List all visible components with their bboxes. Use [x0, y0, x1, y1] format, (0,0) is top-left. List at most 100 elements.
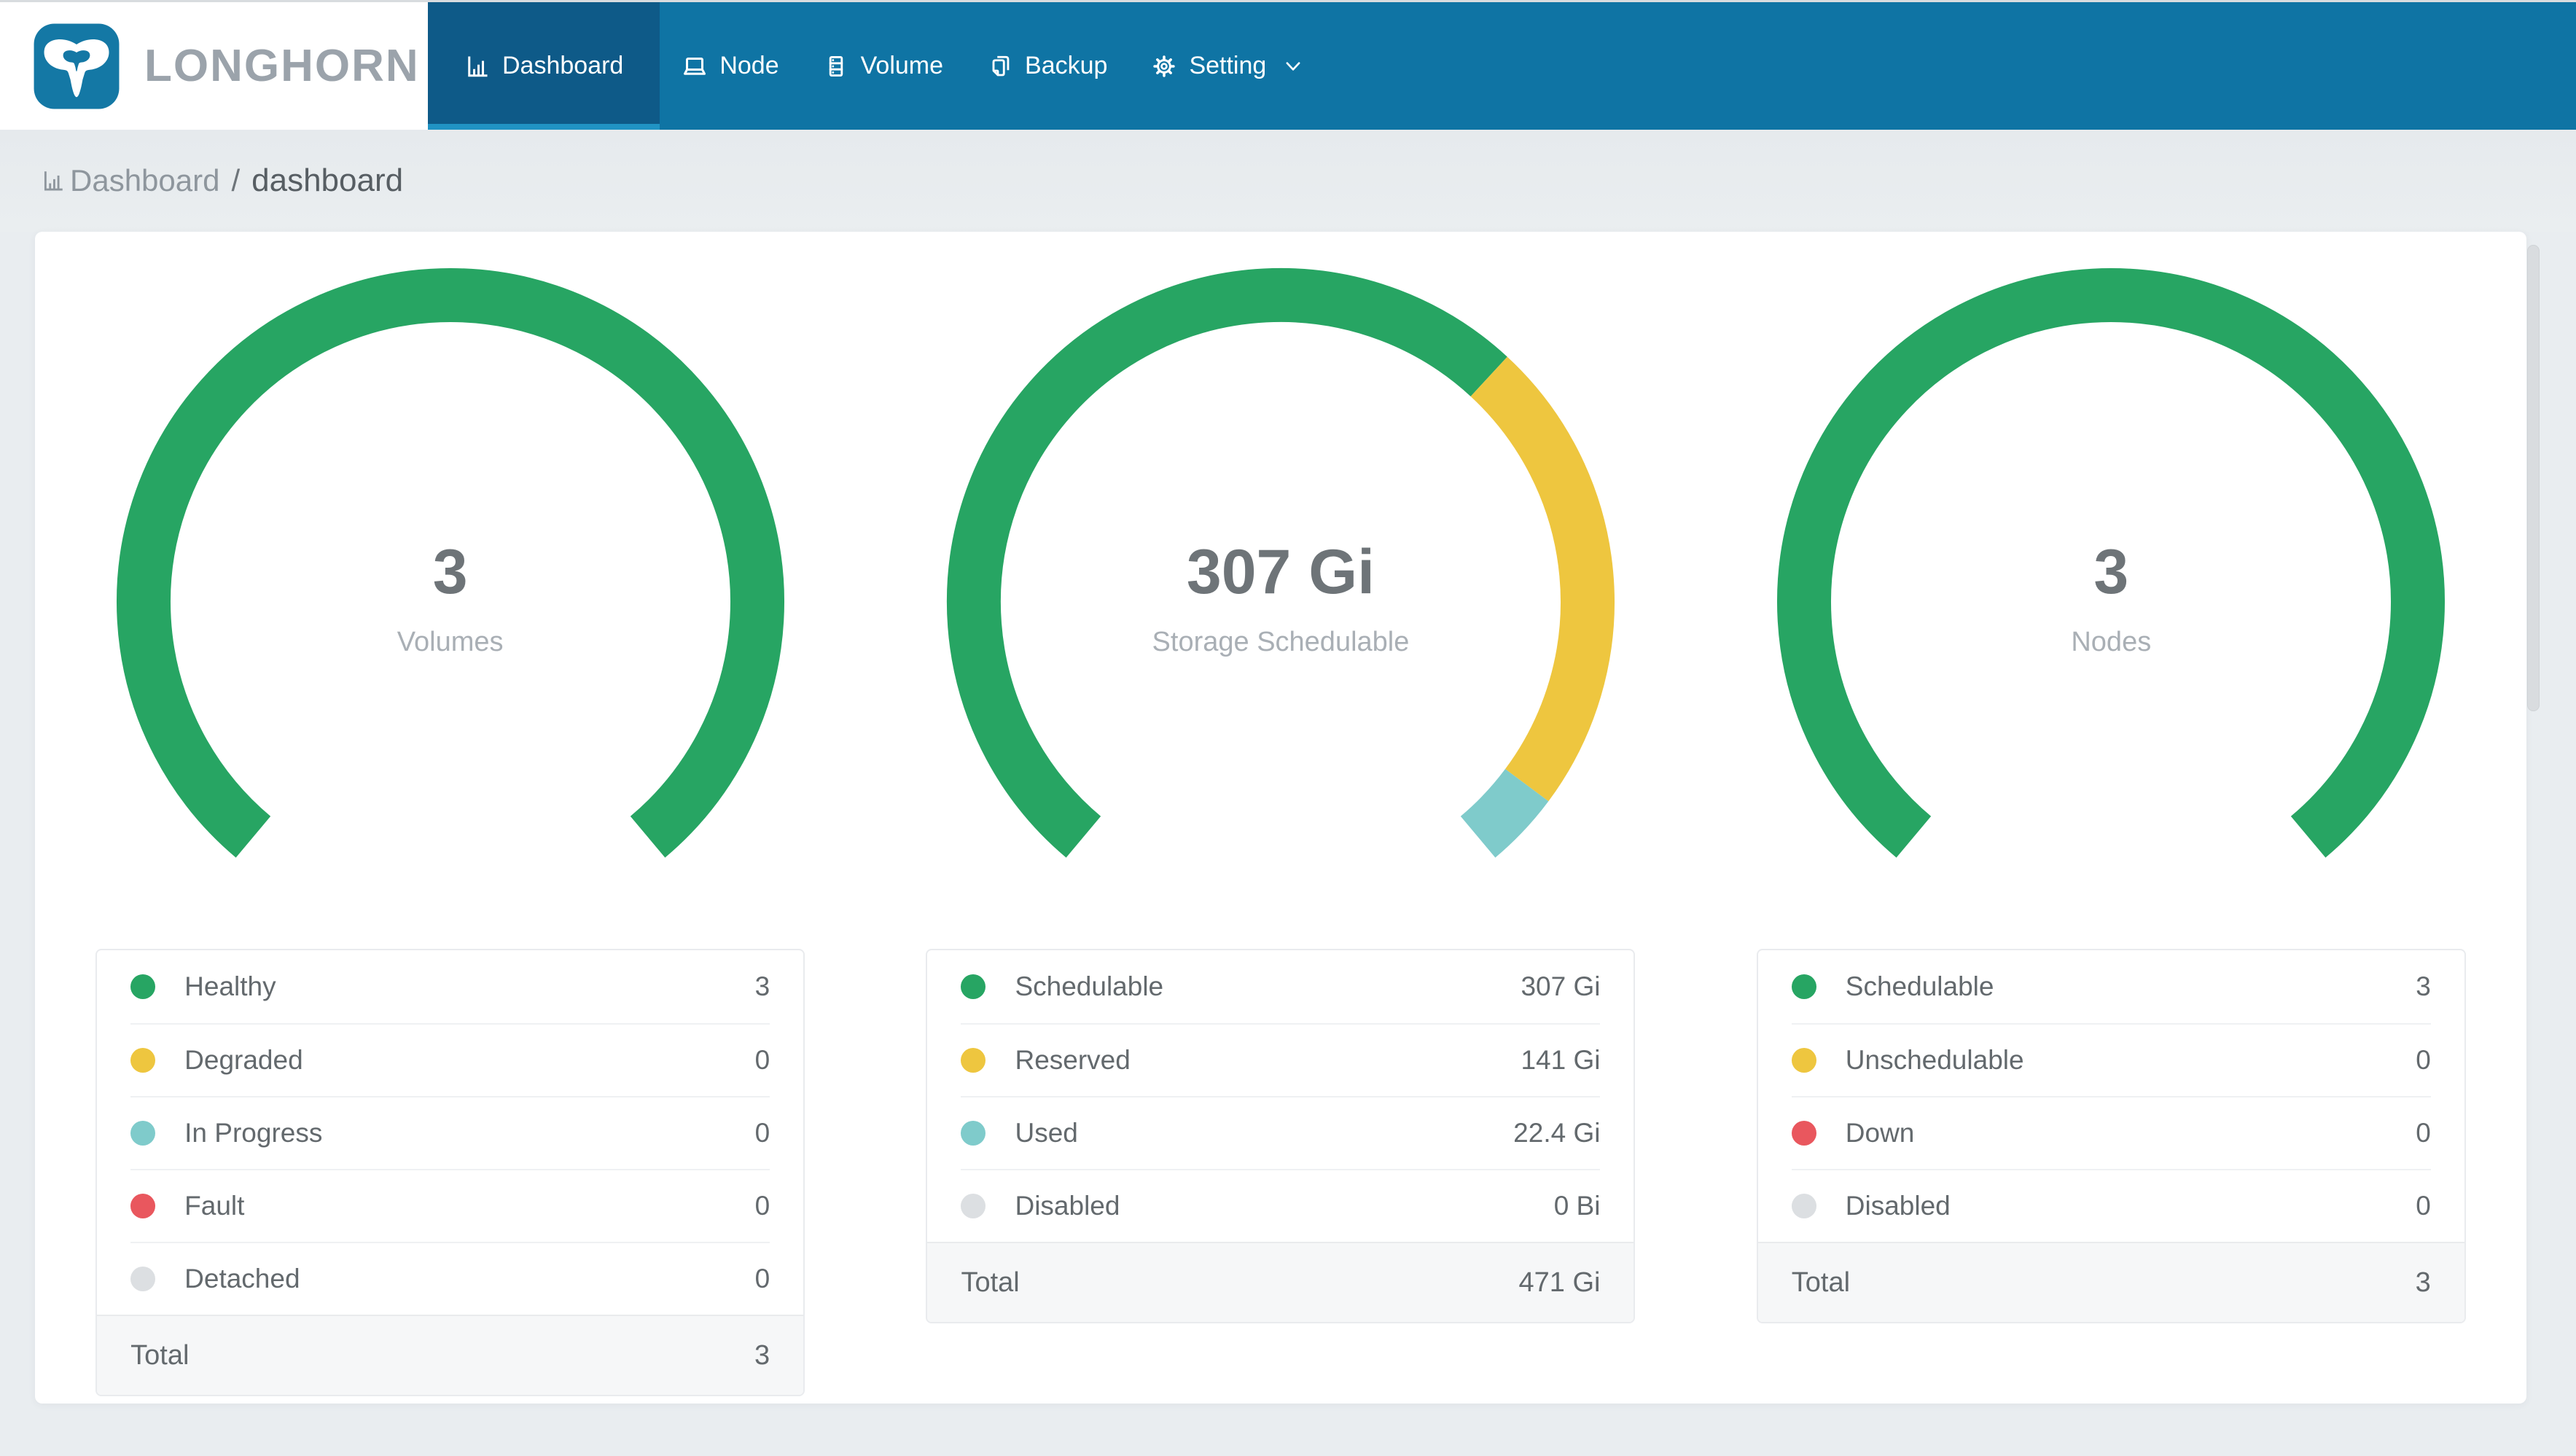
- legend-row-unschedulable: Unschedulable 0: [1791, 1023, 2431, 1096]
- status-dot: [130, 974, 156, 999]
- storage-legend-table: Schedulable 307 Gi Reserved 141 Gi Used 22.4 …: [926, 949, 1636, 1323]
- legend-row-degraded: Degraded 0: [130, 1023, 770, 1096]
- nav-item-label: Node: [719, 52, 779, 79]
- chevron-down-icon: [1286, 61, 1300, 71]
- legend-value: 0: [754, 1118, 770, 1148]
- legend-label: Reserved: [1015, 1045, 1131, 1075]
- gauge-segment-schedulable: [1777, 268, 2446, 858]
- legend-row-down: Down 0: [1791, 1096, 2431, 1169]
- legend-label: Detached: [184, 1264, 300, 1293]
- status-dot: [1791, 1194, 1816, 1218]
- window-top-hairline: [0, 0, 2576, 2]
- gauge-segment-schedulable: [946, 267, 1507, 858]
- legend-value: 0 Bi: [1553, 1191, 1601, 1221]
- nav-item-label: Dashboard: [502, 52, 624, 79]
- legend-label: Degraded: [184, 1045, 303, 1075]
- nodes-gauge-arc: [1777, 268, 2446, 858]
- breadcrumb: Dashboard / dashboard: [0, 130, 2576, 232]
- longhorn-bull-icon: [34, 23, 120, 109]
- legend-total-row: Total 3: [1757, 1242, 2464, 1322]
- gauge-segment-used: [1460, 768, 1549, 858]
- nav-item-label: Setting: [1189, 52, 1267, 79]
- nav-item-volume[interactable]: Volume: [801, 2, 965, 130]
- total-value: 3: [754, 1339, 770, 1371]
- legend-row-healthy: Healthy 3: [130, 950, 770, 1023]
- nodes-gauge: 3 Nodes: [1776, 267, 2446, 937]
- breadcrumb-separator: /: [231, 163, 241, 197]
- legend-value: 307 Gi: [1521, 971, 1601, 1001]
- legend-value: 3: [754, 971, 770, 1001]
- legend-value: 0: [754, 1264, 770, 1293]
- legend-label: Fault: [184, 1191, 245, 1221]
- legend-row-detached: Detached 0: [130, 1242, 770, 1315]
- dashboard-card: 3 Volumes Healthy 3 Degraded 0 In Progress 0 F…: [35, 232, 2526, 1404]
- legend-row-fault: Fault 0: [130, 1169, 770, 1242]
- legend-label: Schedulable: [1015, 971, 1164, 1001]
- status-dot: [1791, 1121, 1816, 1146]
- storage-gauge-arc: [946, 267, 1615, 858]
- legend-value: 0: [2416, 1191, 2431, 1221]
- gear-icon: [1153, 55, 1176, 77]
- total-label: Total: [961, 1267, 1020, 1298]
- legend-body: Schedulable 307 Gi Reserved 141 Gi Used 22.4 …: [927, 950, 1634, 1242]
- legend-label: Used: [1015, 1118, 1078, 1148]
- nodes-legend-table: Schedulable 3 Unschedulable 0 Down 0 Disabled 0…: [1756, 949, 2466, 1323]
- gauge-segment-healthy: [116, 268, 784, 858]
- legend-row-disabled: Disabled 0 Bi: [961, 1169, 1601, 1242]
- status-dot: [961, 974, 986, 999]
- volumes-legend-table: Healthy 3 Degraded 0 In Progress 0 Fault 0 Detac…: [95, 949, 805, 1396]
- legend-row-used: Used 22.4 Gi: [961, 1096, 1601, 1169]
- legend-value: 0: [2416, 1118, 2431, 1148]
- legend-row-in-progress: In Progress 0: [130, 1096, 770, 1169]
- brand-logo[interactable]: LONGHORN: [0, 2, 428, 130]
- legend-label: Unschedulable: [1845, 1045, 2024, 1075]
- legend-label: Schedulable: [1845, 971, 1994, 1001]
- brand-name: LONGHORN: [144, 41, 420, 91]
- volumes-panel: 3 Volumes Healthy 3 Degraded 0 In Progress 0 F…: [35, 232, 865, 1404]
- legend-body: Healthy 3 Degraded 0 In Progress 0 Fault 0 Detac…: [97, 950, 803, 1315]
- legend-value: 0: [2416, 1045, 2431, 1075]
- nav-item-dashboard[interactable]: Dashboard: [428, 2, 660, 130]
- status-dot: [130, 1194, 156, 1218]
- legend-body: Schedulable 3 Unschedulable 0 Down 0 Disabled 0: [1758, 950, 2464, 1242]
- scrollbar-thumb[interactable]: [2527, 245, 2540, 711]
- status-dot: [130, 1267, 156, 1291]
- legend-label: Disabled: [1015, 1191, 1120, 1221]
- legend-row-schedulable: Schedulable 3: [1791, 950, 2431, 1023]
- storage-gauge: 307 Gi Storage Schedulable: [945, 267, 1616, 937]
- nav-item-backup[interactable]: Backup: [965, 2, 1129, 130]
- total-label: Total: [1791, 1267, 1851, 1298]
- database-icon: [829, 55, 843, 77]
- nav-item-setting[interactable]: Setting: [1129, 2, 1326, 130]
- nav-item-node[interactable]: Node: [660, 2, 800, 130]
- volumes-gauge: 3 Volumes: [115, 267, 786, 937]
- legend-value: 22.4 Gi: [1513, 1118, 1601, 1148]
- status-dot: [130, 1048, 156, 1073]
- nav-item-label: Backup: [1025, 52, 1108, 79]
- status-dot: [961, 1194, 986, 1218]
- legend-label: In Progress: [184, 1118, 323, 1148]
- legend-value: 141 Gi: [1521, 1045, 1601, 1075]
- legend-total-row: Total 471 Gi: [927, 1242, 1634, 1322]
- legend-label: Disabled: [1845, 1191, 1951, 1221]
- nav-item-label: Volume: [860, 52, 944, 79]
- nav-menu: Dashboard Node Volume Backup Setting: [428, 2, 1326, 130]
- bar-chart-icon: [44, 171, 63, 191]
- navbar: LONGHORN Dashboard Node Volume Backup Se…: [0, 2, 2576, 130]
- legend-row-schedulable: Schedulable 307 Gi: [961, 950, 1600, 1023]
- status-dot: [1791, 974, 1816, 999]
- bar-chart-icon: [468, 56, 488, 77]
- legend-row-reserved: Reserved 141 Gi: [961, 1023, 1601, 1096]
- legend-value: 3: [2416, 971, 2431, 1001]
- breadcrumb-section[interactable]: Dashboard: [70, 163, 219, 198]
- legend-value: 0: [754, 1191, 770, 1221]
- status-dot: [961, 1121, 986, 1146]
- nodes-panel: 3 Nodes Schedulable 3 Unschedulable 0 Down 0 D…: [1696, 232, 2526, 1404]
- breadcrumb-current-page: dashboard: [251, 163, 404, 198]
- status-dot: [1791, 1048, 1816, 1073]
- legend-label: Healthy: [184, 971, 276, 1001]
- total-value: 471 Gi: [1518, 1267, 1601, 1298]
- volumes-gauge-arc: [116, 268, 784, 858]
- legend-value: 0: [754, 1045, 770, 1075]
- legend-label: Down: [1845, 1118, 1915, 1148]
